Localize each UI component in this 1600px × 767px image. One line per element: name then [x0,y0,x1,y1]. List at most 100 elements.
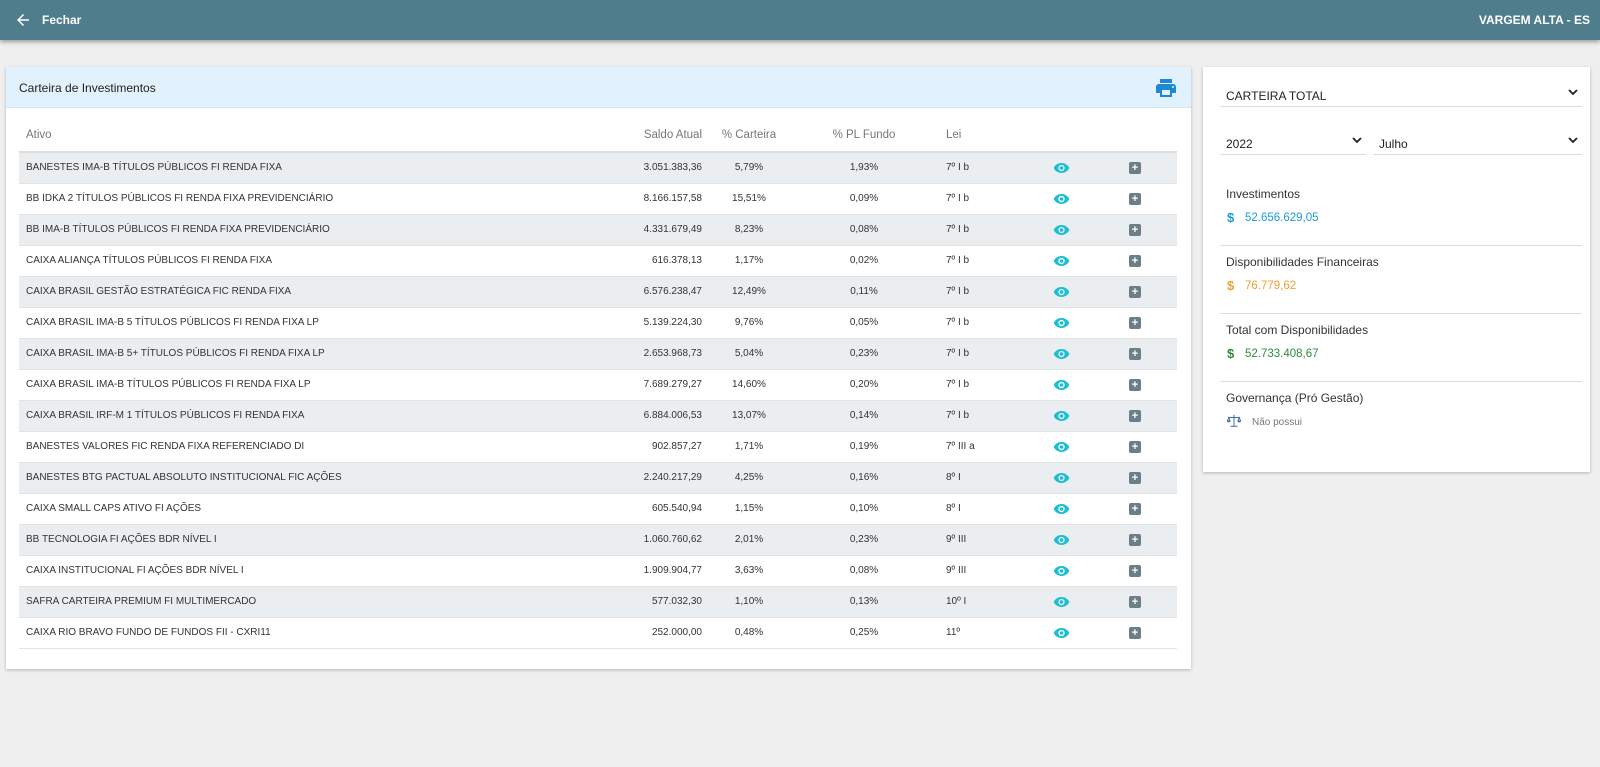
portfolio-card-header: Carteira de Investimentos [6,67,1191,108]
cell-carteira: 9,76% [709,307,789,339]
cell-view [1029,152,1093,184]
cell-view [1029,245,1093,277]
table-row: BB IMA-B TÍTULOS PÚBLICOS FI RENDA FIXA … [19,214,1177,246]
cell-view [1029,617,1093,649]
cell-pl-fundo: 0,09% [789,183,939,215]
cell-lei: 7º I b [939,400,1029,432]
total-value: 52.733.408,67 [1245,348,1319,360]
cell-detail: + [1093,307,1177,339]
ano-select[interactable]: 2022 [1220,125,1366,155]
plus-square-icon[interactable]: + [1129,595,1141,608]
chevron-down-icon [1568,89,1578,96]
eye-icon[interactable] [1053,348,1070,360]
disponibilidades-kpi: Disponibilidades Financeiras $ 76.779,62 [1220,250,1582,314]
portfolio-table: Ativo Saldo Atual % Carteira % PL Fundo … [19,119,1177,649]
table-row: CAIXA BRASIL IMA-B 5+ TÍTULOS PÚBLICOS F… [19,338,1177,370]
eye-icon[interactable] [1053,627,1070,639]
total-label: Total com Disponibilidades [1226,323,1369,337]
plus-square-icon[interactable]: + [1129,564,1141,577]
plus-square-icon[interactable]: + [1129,626,1141,639]
cell-detail: + [1093,493,1177,525]
dollar-icon: $ [1227,278,1235,293]
cell-view [1029,431,1093,463]
col-header-lei[interactable]: Lei [939,119,1029,153]
cell-detail: + [1093,338,1177,370]
cell-pl-fundo: 0,10% [789,493,939,525]
plus-square-icon[interactable]: + [1129,254,1141,267]
cell-detail: + [1093,555,1177,587]
back-button[interactable]: Fechar [14,10,81,30]
col-header-ativo[interactable]: Ativo [19,119,609,153]
cell-saldo: 7.689.279,27 [609,369,709,401]
plus-square-icon[interactable]: + [1129,192,1141,205]
eye-icon[interactable] [1053,534,1070,546]
cell-lei: 7º I b [939,245,1029,277]
cell-pl-fundo: 0,02% [789,245,939,277]
eye-icon[interactable] [1053,255,1070,267]
cell-view [1029,586,1093,618]
cell-pl-fundo: 0,08% [789,555,939,587]
cell-ativo: CAIXA BRASIL IMA-B TÍTULOS PÚBLICOS FI R… [19,369,609,401]
plus-square-icon[interactable]: + [1129,316,1141,329]
plus-square-icon[interactable]: + [1129,533,1141,546]
eye-icon[interactable] [1053,410,1070,422]
col-header-carteira[interactable]: % Carteira [709,119,789,153]
table-row: BANESTES IMA-B TÍTULOS PÚBLICOS FI RENDA… [19,152,1177,184]
cell-saldo: 605.540,94 [609,493,709,525]
plus-square-icon[interactable]: + [1129,347,1141,360]
cell-lei: 7º I b [939,338,1029,370]
investimentos-kpi: Investimentos $ 52.656.629,05 [1220,182,1582,246]
eye-icon[interactable] [1053,441,1070,453]
printer-icon[interactable] [1154,76,1178,100]
cell-carteira: 1,71% [709,431,789,463]
col-header-pl-fundo[interactable]: % PL Fundo [789,119,939,153]
scale-icon [1227,414,1241,427]
col-header-view [1029,119,1093,153]
eye-icon[interactable] [1053,162,1070,174]
cell-lei: 9º III [939,555,1029,587]
plus-square-icon[interactable]: + [1129,223,1141,236]
cell-view [1029,555,1093,587]
plus-square-icon[interactable]: + [1129,471,1141,484]
eye-icon[interactable] [1053,224,1070,236]
top-bar: Fechar VARGEM ALTA - ES [0,0,1600,40]
cell-saldo: 6.576.238,47 [609,276,709,308]
governanca-label: Governança (Pró Gestão) [1226,391,1364,405]
cell-lei: 7º I b [939,369,1029,401]
eye-icon[interactable] [1053,193,1070,205]
plus-square-icon[interactable]: + [1129,440,1141,453]
cell-pl-fundo: 0,23% [789,524,939,556]
cell-ativo: CAIXA BRASIL IRF-M 1 TÍTULOS PÚBLICOS FI… [19,400,609,432]
carteira-select-value: CARTEIRA TOTAL [1226,89,1327,103]
carteira-select[interactable]: CARTEIRA TOTAL [1220,77,1582,107]
cell-detail: + [1093,524,1177,556]
col-header-saldo[interactable]: Saldo Atual [609,119,709,153]
plus-square-icon[interactable]: + [1129,378,1141,391]
cell-view [1029,183,1093,215]
eye-icon[interactable] [1053,565,1070,577]
eye-icon[interactable] [1053,379,1070,391]
plus-square-icon[interactable]: + [1129,161,1141,174]
eye-icon[interactable] [1053,596,1070,608]
plus-square-icon[interactable]: + [1129,285,1141,298]
eye-icon[interactable] [1053,317,1070,329]
plus-square-icon[interactable]: + [1129,409,1141,422]
cell-carteira: 0,48% [709,617,789,649]
col-header-detail [1093,119,1177,153]
disponibilidades-label: Disponibilidades Financeiras [1226,255,1379,269]
cell-view [1029,493,1093,525]
total-kpi: Total com Disponibilidades $ 52.733.408,… [1220,318,1582,382]
cell-lei: 8º I [939,493,1029,525]
cell-ativo: CAIXA BRASIL GESTÃO ESTRATÉGICA FIC REND… [19,276,609,308]
eye-icon[interactable] [1053,472,1070,484]
cell-carteira: 15,51% [709,183,789,215]
cell-carteira: 5,04% [709,338,789,370]
mes-select[interactable]: Julho [1373,125,1582,155]
mes-select-value: Julho [1379,137,1408,151]
governanca-section: Governança (Pró Gestão) Não possui [1220,386,1582,446]
cell-detail: + [1093,183,1177,215]
eye-icon[interactable] [1053,286,1070,298]
eye-icon[interactable] [1053,503,1070,515]
cell-carteira: 2,01% [709,524,789,556]
plus-square-icon[interactable]: + [1129,502,1141,515]
